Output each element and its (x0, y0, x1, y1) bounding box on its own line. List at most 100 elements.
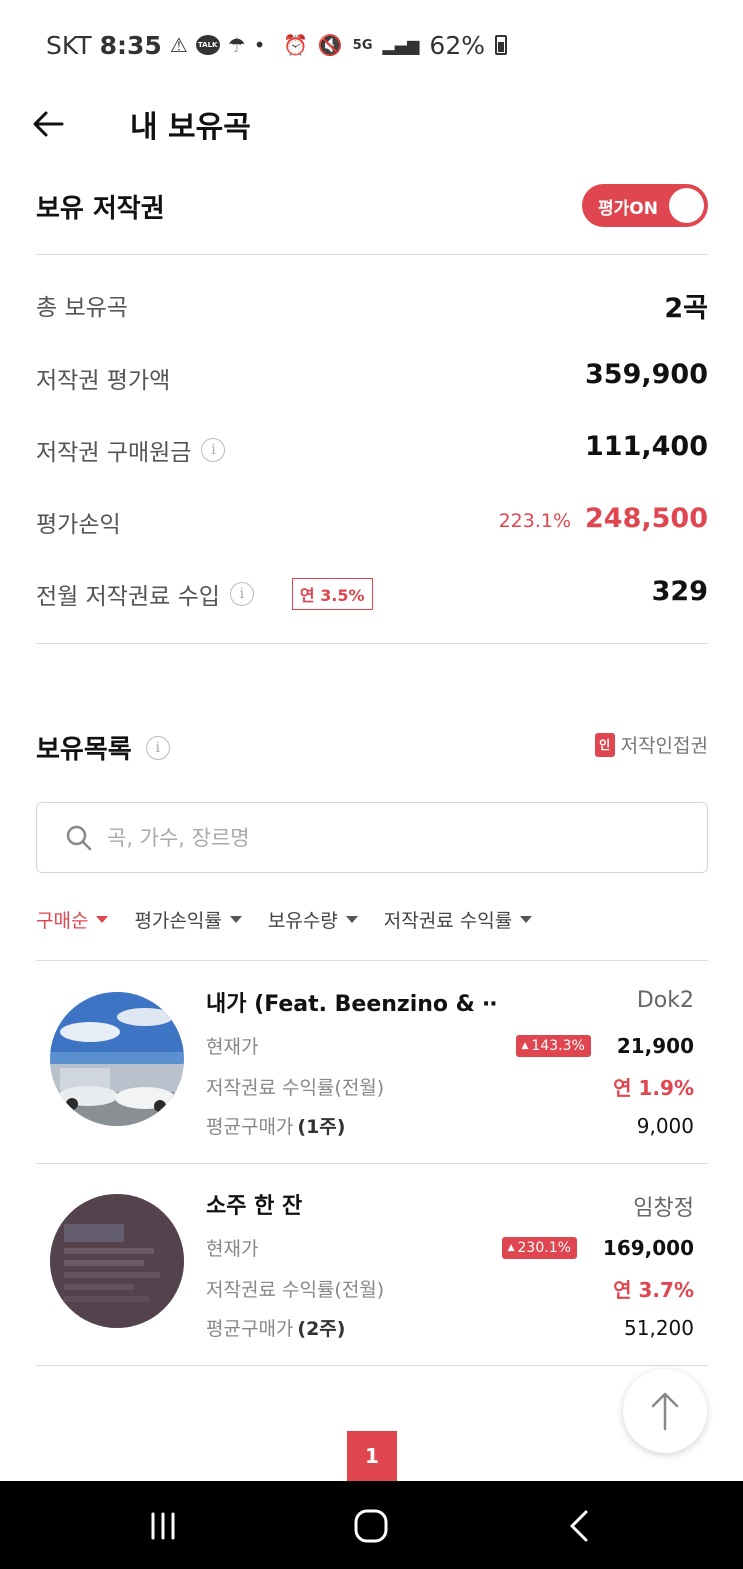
sort-label: 저작권료 수익률 (383, 910, 513, 932)
system-nav-bar (0, 1481, 743, 1569)
quantity: (1주) (297, 1116, 346, 1138)
caret-down-icon (96, 916, 109, 923)
info-icon[interactable]: i (145, 735, 170, 760)
pnl-amount: 248,500 (585, 503, 708, 534)
avg-price-label: 평균구매가 (206, 1116, 294, 1138)
avg-price: 51,200 (624, 1315, 694, 1340)
holdings-title: 보유목록 i (36, 729, 170, 766)
scroll-top-button[interactable] (623, 1369, 707, 1453)
caret-down-icon (229, 916, 242, 923)
change-percent: 143.3% (531, 1037, 585, 1054)
current-price-row: 현재가 ▲ 143.3% 21,900 (206, 1032, 694, 1059)
song-title: 내가 (Feat. Beenzino & ⋯ (206, 992, 496, 1017)
triangle-up-icon: ▲ (507, 1242, 515, 1253)
pnl-value-group: 223.1% 248,500 (499, 503, 708, 534)
royalty-yield-label: 저작권료 수익률(전월) (206, 1077, 385, 1099)
search-input[interactable] (107, 825, 667, 850)
arrow-up-icon (651, 1392, 679, 1431)
sort-label: 평가손익률 (134, 910, 222, 932)
sort-pnl-rate[interactable]: 평가손익률 (134, 906, 242, 933)
recent-apps-icon (151, 1512, 175, 1540)
toggle-knob (669, 188, 704, 223)
summary-title: 보유 저작권 (36, 194, 165, 224)
sort-label: 구매순 (36, 910, 89, 932)
annual-yield-badge: 연 3.5% (291, 578, 373, 610)
clock: 8:35 (99, 30, 162, 60)
current-price-row: 현재가 ▲ 230.1% 169,000 (206, 1234, 694, 1261)
avg-price-row: 평균구매가 (1주) 9,000 (206, 1112, 694, 1139)
royalty-value: 329 (651, 576, 708, 607)
royalty-yield-row: 저작권료 수익률(전월) 연 3.7% (206, 1274, 694, 1303)
weather-icon: ☂ (227, 33, 246, 57)
total-songs-value: 2곡 (664, 293, 708, 324)
triangle-up-icon: ▲ (521, 1040, 529, 1051)
song-title: 소주 한 잔 (206, 1194, 303, 1219)
status-bar: SKT 8:35 ⚠ TALK ☂ • ⏰ 🔇 5G ▂▄▆ 62% (0, 0, 743, 90)
current-price: 21,900 (616, 1033, 694, 1058)
caret-down-icon (520, 916, 533, 923)
royalty-yield: 연 1.9% (613, 1076, 694, 1100)
divider (36, 1365, 708, 1366)
toggle-label: 평가ON (598, 199, 658, 219)
quantity: (2주) (297, 1318, 346, 1340)
pnl-label: 평가손익 (36, 505, 121, 539)
holding-item[interactable]: 내가 (Feat. Beenzino & ⋯ Dok2 현재가 ▲ 143.3% … (36, 962, 708, 1164)
sort-purchase-order[interactable]: 구매순 (36, 906, 109, 933)
home-icon (354, 1509, 388, 1543)
sort-royalty-yield[interactable]: 저작권료 수익률 (383, 906, 533, 933)
system-back-button[interactable] (554, 1501, 604, 1551)
divider (36, 254, 708, 255)
pnl-percent: 223.1% (498, 510, 572, 532)
valuation-toggle[interactable]: 평가ON (582, 184, 708, 227)
principal-label-text: 저작권 구매원금 (36, 440, 192, 466)
app-header: 내 보유곡 (0, 90, 743, 162)
artist-name: Dok2 (636, 988, 694, 1013)
pnl-label-text: 평가손익 (36, 512, 121, 538)
royalty-yield: 연 3.7% (613, 1278, 694, 1302)
legend-label: 저작인접권 (620, 735, 708, 757)
sort-quantity[interactable]: 보유수량 (268, 906, 358, 933)
search-icon (66, 825, 92, 850)
sort-label: 보유수량 (267, 910, 338, 932)
network-label: 5G (352, 37, 373, 53)
info-icon[interactable]: i (201, 438, 226, 462)
valuation-label-text: 저작권 평가액 (36, 368, 171, 394)
neighboring-rights-legend: 인 저작인접권 (594, 731, 708, 758)
current-price: 169,000 (602, 1235, 694, 1260)
page-number-current[interactable]: 1 (347, 1431, 397, 1481)
carrier-label: SKT (46, 30, 92, 60)
divider (36, 643, 708, 644)
avg-price: 9,000 (636, 1113, 694, 1138)
change-badge: ▲ 143.3% (515, 1034, 591, 1057)
current-price-label: 현재가 (206, 1036, 259, 1058)
kakaotalk-icon: TALK (195, 35, 220, 55)
change-percent: 230.1% (517, 1239, 571, 1256)
artist-name: 임창정 (633, 1196, 694, 1221)
battery-label: 62% (429, 30, 485, 60)
home-button[interactable] (346, 1501, 396, 1551)
chevron-left-icon (570, 1510, 588, 1542)
current-price-label: 현재가 (206, 1238, 259, 1260)
dot-icon: • (253, 33, 266, 57)
back-button[interactable] (28, 104, 68, 144)
royalty-yield-row: 저작권료 수익률(전월) 연 1.9% (206, 1072, 694, 1101)
royalty-yield-label: 저작권료 수익률(전월) (206, 1279, 385, 1301)
album-art (50, 1194, 184, 1328)
total-songs-label: 총 보유곡 (36, 288, 128, 322)
holding-item[interactable]: 소주 한 잔 임창정 현재가 ▲ 230.1% 169,000 저작권료 수익률(… (36, 1164, 708, 1366)
album-art (50, 992, 184, 1126)
warning-icon: ⚠ (169, 33, 188, 57)
arrow-left-icon (33, 111, 64, 137)
principal-label: 저작권 구매원금 i (36, 433, 226, 467)
alarm-icon: ⏰ (282, 33, 308, 57)
search-box[interactable] (36, 802, 708, 873)
change-badge: ▲ 230.1% (501, 1236, 577, 1259)
info-icon[interactable]: i (229, 582, 254, 606)
sort-bar: 구매순 평가손익률 보유수량 저작권료 수익률 (36, 906, 533, 933)
divider (36, 960, 708, 961)
recent-apps-button[interactable] (138, 1501, 188, 1551)
holdings-title-text: 보유목록 (36, 735, 132, 765)
neighboring-rights-badge: 인 (594, 732, 615, 757)
royalty-label-text: 전월 저작권료 수입 (36, 584, 220, 610)
page-title: 내 보유곡 (130, 110, 251, 145)
